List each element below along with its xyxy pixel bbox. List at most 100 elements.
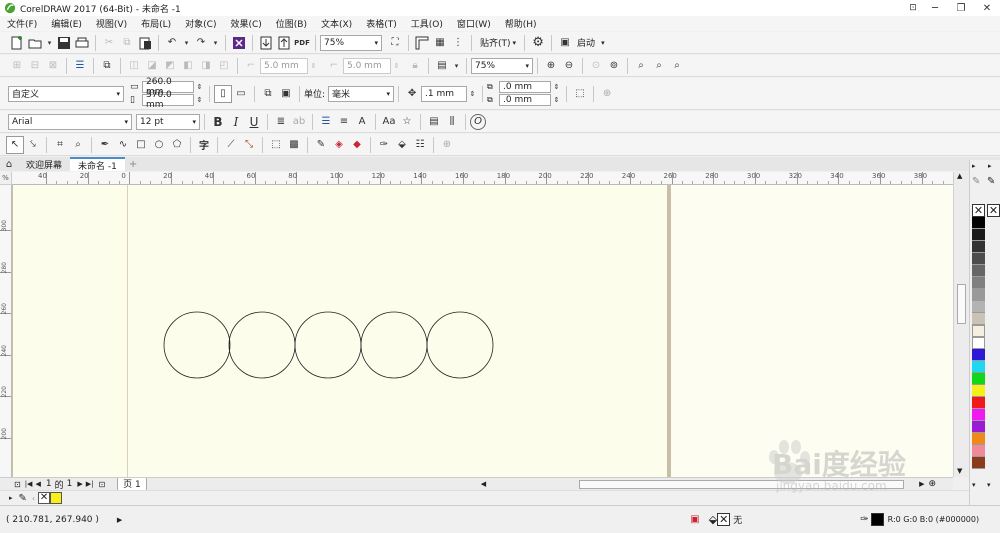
- open-icon[interactable]: [26, 34, 44, 52]
- character-formatting-icon[interactable]: Aa: [380, 113, 398, 131]
- menu-object[interactable]: 对象(C): [178, 17, 223, 30]
- doc-palette-eyedropper-icon[interactable]: ✎: [19, 493, 27, 504]
- launch-button[interactable]: 启动 ▾: [577, 36, 605, 50]
- color-swatch[interactable]: [972, 349, 985, 361]
- edit-text-icon[interactable]: ▤: [425, 113, 443, 131]
- freehand-tool-icon[interactable]: ✒: [96, 136, 114, 154]
- hscroll-right-icon[interactable]: ▶: [919, 480, 924, 488]
- document-properties-icon[interactable]: ▤: [433, 57, 451, 75]
- zoom-in-icon[interactable]: ⊕: [542, 57, 560, 75]
- page-height-field[interactable]: 370.0 mm: [142, 90, 194, 110]
- ab-icon[interactable]: ab: [290, 113, 308, 131]
- page-frame-icon[interactable]: ⬚: [571, 85, 589, 103]
- connector-tool-icon[interactable]: ⤡: [240, 136, 258, 154]
- text-tool-icon[interactable]: 字: [195, 136, 213, 154]
- menu-file[interactable]: 文件(F): [0, 17, 44, 30]
- color-swatch[interactable]: [972, 337, 985, 349]
- color-swatch[interactable]: [972, 217, 985, 229]
- menu-effects[interactable]: 效果(C): [223, 17, 268, 30]
- snap-to-button[interactable]: 贴齐(T) ▾: [480, 36, 516, 50]
- duplicate-x-spinner[interactable]: ⇕: [551, 81, 562, 93]
- redo-dropdown-icon[interactable]: ▾: [210, 36, 221, 50]
- shape-tool-icon[interactable]: ⤥: [24, 136, 42, 154]
- circle-5[interactable]: [426, 311, 494, 379]
- scale-icon[interactable]: ⌐: [325, 57, 343, 75]
- color-proof-icon[interactable]: ▣: [690, 514, 699, 525]
- last-page-icon[interactable]: ▶|: [86, 480, 94, 488]
- zoom-out-icon[interactable]: ⊖: [560, 57, 578, 75]
- scroll-thumb[interactable]: [957, 284, 966, 324]
- options-gear-icon[interactable]: ⚙: [529, 34, 547, 52]
- application-launcher-icon[interactable]: ▣: [556, 34, 574, 52]
- scale-width-field[interactable]: 5.0 mm: [343, 57, 391, 74]
- zoom-one-shot-icon[interactable]: ⊕: [929, 479, 937, 489]
- polygon-tool-icon[interactable]: ⬠: [168, 136, 186, 154]
- artistic-media-icon[interactable]: ∿: [114, 136, 132, 154]
- ellipse-tool-icon[interactable]: ○: [150, 136, 168, 154]
- export-icon[interactable]: [275, 34, 293, 52]
- color-swatch[interactable]: [972, 433, 985, 445]
- interactive-fill-icon[interactable]: ◈: [330, 136, 348, 154]
- menu-text[interactable]: 文本(X): [314, 17, 359, 30]
- horizontal-scroll-thumb[interactable]: [579, 479, 905, 489]
- page-tab-1[interactable]: 页 1: [117, 477, 147, 491]
- add-page-before-icon[interactable]: ⊡: [14, 480, 21, 489]
- zoom-selected-icon[interactable]: ⊙: [587, 57, 605, 75]
- color-swatch[interactable]: [972, 253, 985, 265]
- no-fill-swatch-2[interactable]: ✕: [987, 204, 1000, 217]
- color-swatch[interactable]: [972, 229, 985, 241]
- favorite-star-icon[interactable]: ☆: [398, 113, 416, 131]
- fill-icon[interactable]: ⬙: [393, 136, 411, 154]
- color-swatch[interactable]: [972, 385, 985, 397]
- palette-arrow-up-icon[interactable]: ▸: [972, 162, 976, 170]
- smart-fill-icon[interactable]: ◆: [348, 136, 366, 154]
- color-swatch[interactable]: [972, 265, 985, 277]
- doc-palette-arrow-icon[interactable]: ▸: [9, 494, 13, 502]
- page-height-spinner[interactable]: ⇕: [194, 94, 205, 106]
- duplicate-y-spinner[interactable]: ⇕: [551, 94, 562, 106]
- scroll-down-icon[interactable]: ▼: [957, 467, 962, 475]
- zoom-level-select-2[interactable]: 75% ▾: [471, 57, 533, 74]
- color-swatch[interactable]: [972, 325, 985, 337]
- interactive-opentype-icon[interactable]: O: [470, 113, 486, 130]
- help-icon[interactable]: ⊡: [904, 0, 922, 17]
- eyedropper-icon[interactable]: ✎: [312, 136, 330, 154]
- prev-page-icon[interactable]: ◀: [35, 480, 40, 488]
- undo-dropdown-icon[interactable]: ▾: [181, 36, 192, 50]
- paste-icon[interactable]: [136, 34, 154, 52]
- font-select[interactable]: Arial ▾: [8, 113, 132, 130]
- color-swatch[interactable]: [972, 409, 985, 421]
- color-swatch[interactable]: [972, 445, 985, 457]
- text-align-icon[interactable]: ≣: [272, 113, 290, 131]
- print-icon[interactable]: [73, 34, 91, 52]
- font-size-select[interactable]: 12 pt ▾: [136, 113, 200, 130]
- search-content-icon[interactable]: [230, 34, 248, 52]
- palette-arrow-right-icon[interactable]: ▸: [988, 162, 992, 170]
- maximize-button[interactable]: ❐: [948, 0, 974, 17]
- open-dropdown-icon[interactable]: ▾: [44, 36, 55, 50]
- tab-welcome-screen[interactable]: 欢迎屏幕: [18, 158, 70, 171]
- show-rulers-icon[interactable]: [413, 34, 431, 52]
- save-icon[interactable]: [55, 34, 73, 52]
- import-icon[interactable]: [257, 34, 275, 52]
- rectangle-tool-icon[interactable]: □: [132, 136, 150, 154]
- nudge-spinner[interactable]: ⇕: [467, 87, 478, 101]
- color-swatch[interactable]: [972, 241, 985, 253]
- cut-icon[interactable]: ✂: [100, 34, 118, 52]
- ruler-corner[interactable]: %: [0, 172, 12, 185]
- minimize-button[interactable]: ─: [922, 0, 948, 17]
- scale-width-spinner[interactable]: ⇕: [391, 59, 402, 73]
- close-button[interactable]: ✕: [974, 0, 1000, 17]
- group-icon[interactable]: ⧉: [98, 57, 116, 75]
- drop-cap-icon[interactable]: ≡: [335, 113, 353, 131]
- vertical-text-icon[interactable]: ⫼: [443, 113, 461, 131]
- duplicate-x-field[interactable]: .0 mm: [499, 81, 552, 93]
- color-swatch[interactable]: [972, 313, 985, 325]
- pick-tool-icon[interactable]: ↖: [6, 135, 24, 154]
- page-preset-select[interactable]: 自定义 ▾: [8, 85, 124, 102]
- doc-palette-yellow-swatch[interactable]: [50, 492, 63, 504]
- palette-eyedropper-2-icon[interactable]: ✎: [987, 176, 995, 187]
- intersect-icon[interactable]: ◩: [161, 57, 179, 75]
- zoom-page-icon[interactable]: ⌕: [632, 57, 650, 75]
- corner-icon[interactable]: ⌐: [242, 57, 260, 75]
